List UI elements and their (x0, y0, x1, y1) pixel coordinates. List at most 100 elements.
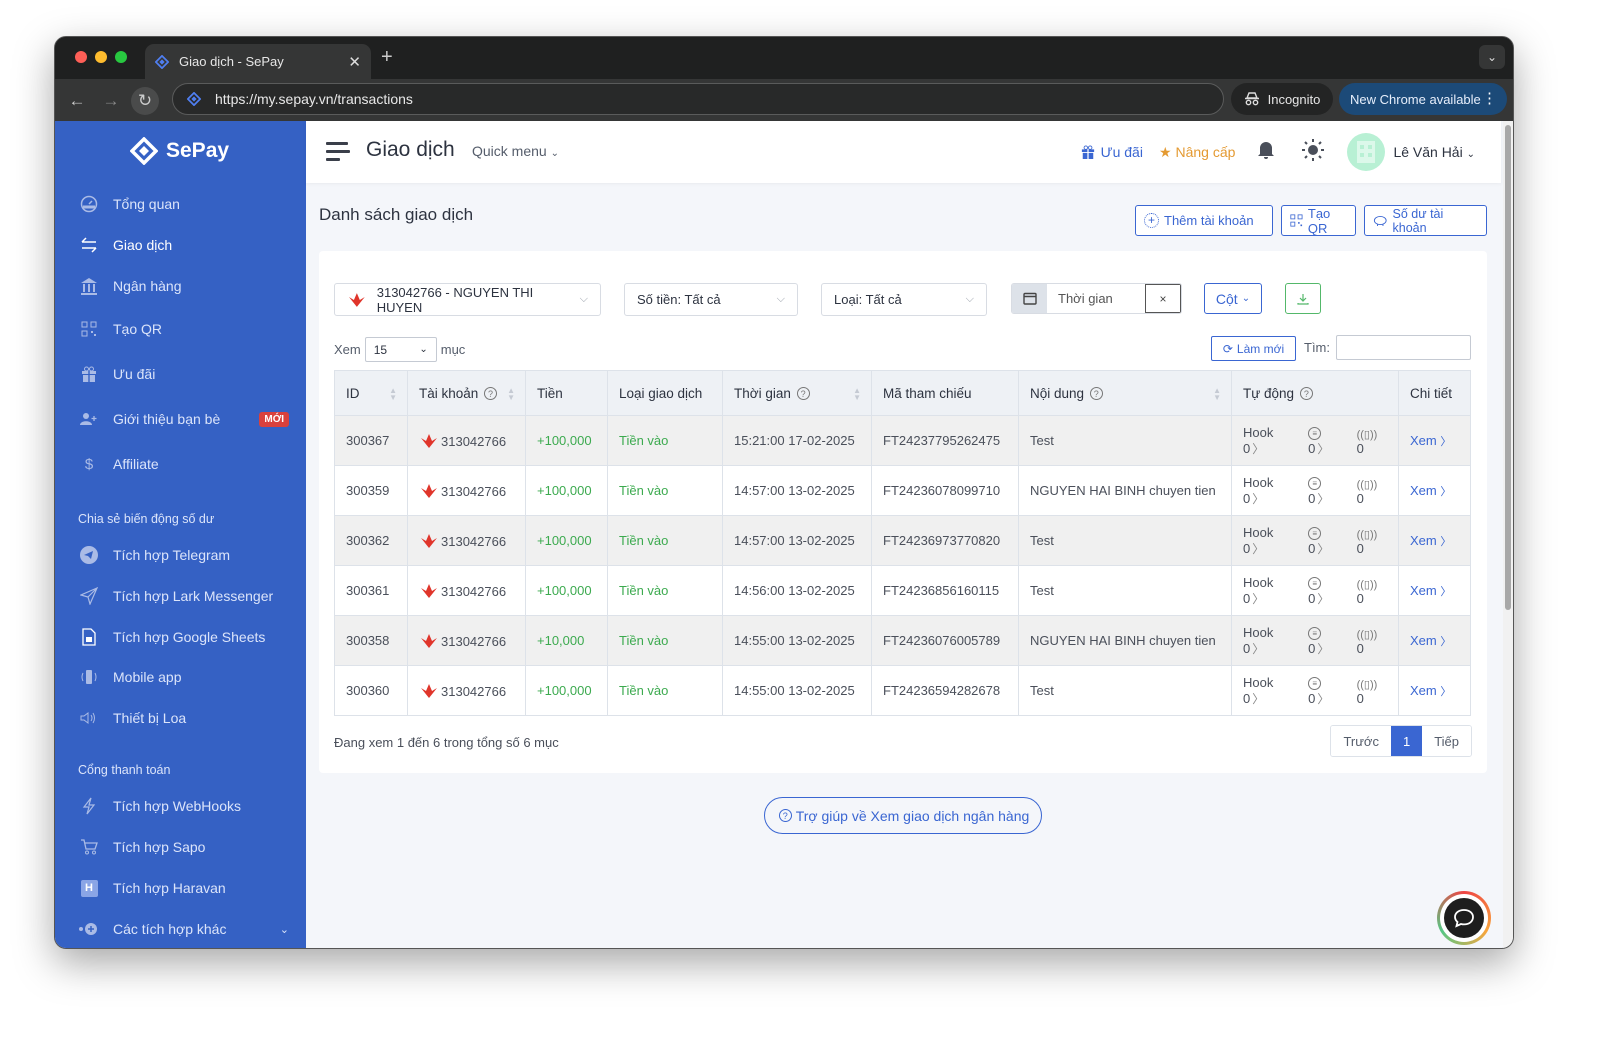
chat-widget-button[interactable] (1437, 891, 1491, 945)
columns-button[interactable]: Cột ⌄ (1204, 283, 1262, 314)
column-label: Thời gian (734, 385, 791, 401)
sidebar-item-haravan[interactable]: H Tích hợp Haravan (79, 878, 289, 898)
plus-circle-icon: + (1144, 213, 1159, 228)
back-button[interactable]: ← (63, 87, 91, 115)
sidebar-item-other-integrations[interactable]: Các tích hợp khác ⌄ (79, 919, 289, 939)
refresh-button[interactable]: ⟳ Làm mới (1211, 336, 1296, 361)
webhook-count-link[interactable]: Hook 0 〉 (1243, 425, 1296, 457)
search-input[interactable] (1336, 335, 1471, 360)
webhook-count-link[interactable]: Hook 0 〉 (1243, 575, 1296, 607)
account-filter-select[interactable]: 313042766 - NGUYEN THI HUYEN ⌵ (334, 283, 601, 316)
account-balance-button[interactable]: Số dư tài khoản (1364, 205, 1487, 236)
type-filter-select[interactable]: Loại: Tất cả ⌵ (821, 283, 987, 316)
promo-link[interactable]: Ưu đãi (1081, 144, 1143, 160)
incognito-indicator[interactable]: Incognito (1231, 83, 1333, 115)
message-count-link[interactable]: ≡ 0 〉 (1308, 424, 1344, 457)
sort-icon: ▲ ▼ (389, 386, 397, 402)
sepay-logo[interactable]: SePay (130, 137, 229, 165)
next-page-button[interactable]: Tiếp (1422, 726, 1471, 756)
notifications-button[interactable] (1257, 140, 1275, 165)
view-detail-link[interactable]: Xem 〉 (1410, 583, 1451, 598)
add-account-label: Thêm tài khoản (1164, 213, 1254, 228)
sidebar-item-mobile-app[interactable]: Mobile app (79, 667, 289, 687)
sidebar-item-lark[interactable]: Tích hợp Lark Messenger (79, 586, 289, 606)
browser-tab[interactable]: Giao dịch - SePay ✕ (145, 44, 371, 79)
page-button-current[interactable]: 1 (1390, 726, 1423, 756)
new-chrome-available-button[interactable]: New Chrome available ⋮ (1339, 83, 1507, 115)
view-detail-link[interactable]: Xem 〉 (1410, 533, 1451, 548)
user-menu[interactable]: Lê Văn Hải ⌄ (1393, 144, 1475, 160)
amount-filter-select[interactable]: Số tiền: Tất cả ⌵ (624, 283, 798, 316)
sidebar-item-label: Tạo QR (113, 321, 163, 337)
message-count-link[interactable]: ≡ 0 〉 (1308, 674, 1344, 707)
view-detail-link[interactable]: Xem 〉 (1410, 483, 1451, 498)
webhook-count-link[interactable]: Hook 0 〉 (1243, 675, 1296, 707)
add-account-button[interactable]: + Thêm tài khoản (1135, 205, 1273, 236)
minimize-window-button[interactable] (95, 51, 107, 63)
clear-time-button[interactable]: × (1145, 284, 1181, 313)
sidebar-item-google-sheets[interactable]: Tích hợp Google Sheets (79, 627, 289, 647)
help-icon[interactable]: ? (1299, 387, 1313, 401)
message-count: 0 (1308, 691, 1316, 706)
message-count-link[interactable]: ≡ 0 〉 (1308, 524, 1344, 557)
help-button[interactable]: ? Trợ giúp về Xem giao dịch ngân hàng (764, 797, 1042, 834)
sidebar-item-affiliate[interactable]: $ Affiliate (79, 454, 289, 474)
webhook-count-link[interactable]: Hook 0 〉 (1243, 475, 1296, 507)
cell-id: 300360 (334, 665, 408, 716)
create-qr-button[interactable]: Tạo QR (1281, 205, 1356, 236)
calendar-icon[interactable] (1012, 284, 1047, 313)
help-icon[interactable]: ? (484, 387, 498, 401)
column-header-detail: Chi tiết (1398, 370, 1471, 416)
message-count-link[interactable]: ≡ 0 〉 (1308, 574, 1344, 607)
view-detail-link[interactable]: Xem 〉 (1410, 633, 1451, 648)
webhook-count-link[interactable]: Hook 0 〉 (1243, 625, 1296, 657)
page-size-select[interactable]: 15 ⌄ (364, 337, 437, 362)
column-header-account[interactable]: Tài khoản ? ▲ ▼ (407, 370, 526, 416)
sidebar-item-speaker[interactable]: Thiết bị Loa (79, 708, 289, 728)
maximize-window-button[interactable] (115, 51, 127, 63)
reload-button[interactable]: ↻ (131, 87, 159, 115)
page-scrollbar[interactable] (1503, 121, 1513, 948)
forward-button[interactable]: → (97, 87, 125, 115)
prev-page-button[interactable]: Trước (1331, 726, 1391, 756)
column-header-time[interactable]: Thời gian ? ▲ ▼ (722, 370, 872, 416)
time-range-input[interactable]: Thời gian (1047, 284, 1145, 313)
upgrade-link[interactable]: ★ Nâng cấp (1159, 144, 1236, 161)
sidebar-item-overview[interactable]: Tổng quan (79, 194, 289, 214)
address-bar[interactable]: https://my.sepay.vn/transactions (172, 83, 1224, 115)
column-header-id[interactable]: ID ▲ ▼ (334, 370, 408, 416)
close-window-button[interactable] (75, 51, 87, 63)
sidebar-item-promotions[interactable]: Ưu đãi (79, 364, 289, 384)
cell-amount: +100,000 (525, 565, 608, 616)
menu-toggle-icon[interactable] (326, 142, 350, 166)
account-number: 313042766 (441, 533, 507, 549)
column-label: Loại giao dịch (619, 385, 703, 401)
download-button[interactable] (1285, 283, 1321, 314)
quick-menu-dropdown[interactable]: Quick menu ⌄ (472, 143, 559, 159)
cell-content: Test (1018, 415, 1232, 466)
help-icon[interactable]: ? (1089, 387, 1103, 401)
more-menu-icon[interactable]: ⋮ (1482, 89, 1497, 107)
close-tab-icon[interactable]: ✕ (348, 53, 361, 71)
message-count-link[interactable]: ≡ 0 〉 (1308, 624, 1344, 657)
scrollbar-thumb[interactable] (1505, 125, 1511, 610)
sidebar-item-create-qr[interactable]: Tạo QR (79, 319, 289, 339)
webhook-count-link[interactable]: Hook 0 〉 (1243, 525, 1296, 557)
sidebar-item-webhooks[interactable]: Tích hợp WebHooks (79, 796, 289, 816)
new-tab-button[interactable]: + (381, 46, 393, 69)
cell-detail: Xem 〉 (1398, 565, 1471, 616)
chevron-right-icon: 〉 (1440, 585, 1452, 598)
theme-toggle-button[interactable] (1301, 138, 1325, 167)
help-icon[interactable]: ? (796, 387, 810, 401)
sidebar-item-sapo[interactable]: Tích hợp Sapo (79, 837, 289, 857)
message-count-link[interactable]: ≡ 0 〉 (1308, 474, 1344, 507)
sidebar-item-bank[interactable]: Ngân hàng (79, 276, 289, 296)
sidebar-item-telegram[interactable]: Tích hợp Telegram (79, 545, 289, 565)
view-detail-link[interactable]: Xem 〉 (1410, 433, 1451, 448)
sidebar-item-transactions[interactable]: Giao dịch (79, 235, 289, 255)
sidebar-item-referral[interactable]: Giới thiệu bạn bè MỚI (79, 409, 289, 429)
view-detail-link[interactable]: Xem 〉 (1410, 683, 1451, 698)
column-header-content[interactable]: Nội dung ? ▲ ▼ (1018, 370, 1232, 416)
avatar[interactable] (1347, 133, 1386, 171)
tab-search-button[interactable]: ⌄ (1479, 45, 1505, 69)
